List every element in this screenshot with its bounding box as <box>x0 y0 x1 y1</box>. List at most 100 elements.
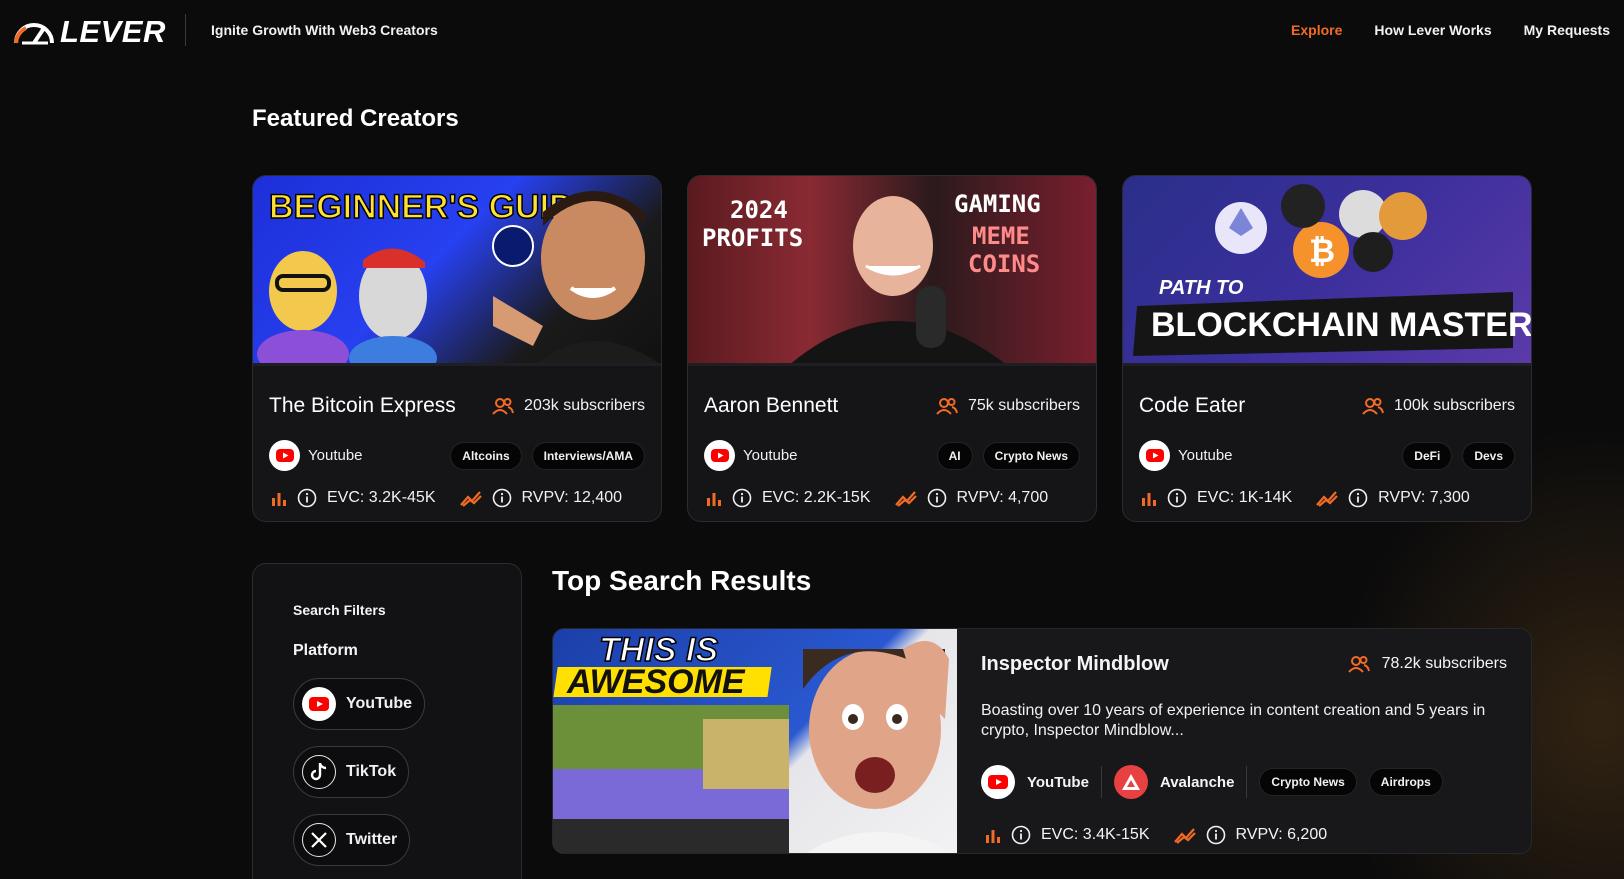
thumbnail-art: 2024 PROFITS GAMING MEME COINS <box>702 190 1041 363</box>
svg-text:2024: 2024 <box>730 196 788 224</box>
platform-name: YouTube <box>1027 773 1089 791</box>
category-tag[interactable]: AI <box>936 441 973 470</box>
youtube-icon <box>981 765 1015 799</box>
users-icon <box>1362 398 1385 415</box>
thumbnail-art: ₿ PATH TO BLOCKCHAIN MASTERY <box>1133 184 1531 356</box>
subscriber-text: 75k subscribers <box>967 397 1080 414</box>
filter-youtube-button[interactable]: YouTube <box>293 678 426 730</box>
metrics-row: EVC: 1K-14K RVPV: 7,300 <box>1141 488 1515 508</box>
trend-icon <box>1173 828 1196 844</box>
category-tag[interactable]: Devs <box>1462 441 1515 470</box>
nav-explore[interactable]: Explore <box>1291 22 1342 38</box>
platform-badge: Youtube <box>1139 440 1233 471</box>
subscriber-text: 100k subscribers <box>1394 397 1515 414</box>
svg-text:₿: ₿ <box>1309 233 1335 269</box>
info-icon[interactable] <box>927 488 947 508</box>
filter-label: TikTok <box>346 763 397 780</box>
subscriber-count: 75k subscribers <box>936 397 1080 415</box>
rvpv-metric: RVPV: 7,300 <box>1316 488 1470 508</box>
bar-chart-icon <box>986 830 1000 843</box>
info-icon[interactable] <box>732 488 752 508</box>
nav-my-requests[interactable]: My Requests <box>1524 22 1610 38</box>
subscriber-text: 203k subscribers <box>524 397 645 414</box>
youtube-icon <box>704 440 735 471</box>
filter-twitter-button[interactable]: Twitter <box>293 814 411 866</box>
creator-name[interactable]: Aaron Bennett <box>704 394 838 418</box>
rvpv-metric: RVPV: 4,700 <box>894 488 1049 508</box>
trend-icon <box>459 491 482 507</box>
evc-value: EVC: 3.2K-45K <box>327 489 436 506</box>
svg-text:COINS: COINS <box>968 250 1040 278</box>
category-tag[interactable]: Airdrops <box>1368 768 1443 796</box>
filter-label: Twitter <box>346 831 398 848</box>
creator-name[interactable]: Inspector Mindblow <box>981 653 1169 676</box>
info-icon[interactable] <box>1206 825 1226 845</box>
creator-card[interactable]: BEGINNER'S GUIDE The Bitcoin Express 203… <box>252 175 662 522</box>
subscriber-count: 78.2k subscribers <box>1347 655 1507 673</box>
subscriber-count: 203k subscribers <box>492 397 645 415</box>
category-tag[interactable]: Crypto News <box>982 441 1080 470</box>
thumbnail-art: THIS IS AWESOME <box>553 630 954 853</box>
platform-filter-heading: Platform <box>293 642 358 659</box>
search-filters-title: Search Filters <box>293 602 386 618</box>
divider <box>1100 766 1102 798</box>
creator-card[interactable]: ₿ PATH TO BLOCKCHAIN MASTERY Code Eater … <box>1122 175 1532 522</box>
metrics-row: EVC: 2.2K-15K RVPV: 4,700 <box>706 488 1080 508</box>
result-badges: YouTube Avalanche Crypto News Airdrops <box>981 765 1443 799</box>
category-tag[interactable]: DeFi <box>1402 441 1453 470</box>
bar-chart-icon <box>272 493 286 506</box>
creator-card[interactable]: 2024 PROFITS GAMING MEME COINS Aaron Ben… <box>687 175 1097 522</box>
evc-value: EVC: 3.4K-15K <box>1041 826 1150 843</box>
creator-thumbnail: BEGINNER'S GUIDE <box>253 176 661 366</box>
evc-value: EVC: 1K-14K <box>1197 489 1293 506</box>
thumbnail-art: BEGINNER'S GUIDE <box>257 187 659 363</box>
trend-icon <box>1316 491 1338 507</box>
metrics-row: EVC: 3.2K-45K RVPV: 12,400 <box>271 488 645 508</box>
creator-name[interactable]: Code Eater <box>1139 394 1245 418</box>
x-twitter-icon <box>302 823 336 857</box>
evc-metric: EVC: 3.2K-45K <box>271 488 436 508</box>
info-icon[interactable] <box>1167 488 1187 508</box>
evc-value: EVC: 2.2K-15K <box>762 489 871 506</box>
filter-tiktok-button[interactable]: TikTok <box>293 746 410 798</box>
rvpv-metric: RVPV: 12,400 <box>459 488 622 508</box>
metrics-row: EVC: 3.4K-15K RVPV: 6,200 <box>985 825 1327 845</box>
svg-text:AWESOME: AWESOME <box>566 663 746 701</box>
users-icon <box>1347 656 1370 673</box>
category-tag[interactable]: Crypto News <box>1259 768 1357 796</box>
info-icon[interactable] <box>1011 825 1031 845</box>
category-tag[interactable]: Interviews/AMA <box>531 441 645 470</box>
main-nav: Explore How Lever Works My Requests <box>1291 22 1610 38</box>
filter-label: YouTube <box>346 695 413 712</box>
platform-name: Youtube <box>743 447 798 464</box>
rvpv-value: RVPV: 4,700 <box>956 489 1049 506</box>
platform-name: Youtube <box>308 447 363 464</box>
youtube-icon <box>1139 440 1170 471</box>
youtube-icon <box>302 687 336 721</box>
creator-name[interactable]: The Bitcoin Express <box>269 394 456 418</box>
top-search-results-title: Top Search Results <box>552 565 812 596</box>
svg-text:BLOCKCHAIN MASTERY: BLOCKCHAIN MASTERY <box>1151 306 1531 344</box>
top-header: LEVER Ignite Growth With Web3 Creators E… <box>0 0 1624 62</box>
chain-name: Avalanche <box>1159 773 1235 791</box>
creator-thumbnail: ₿ PATH TO BLOCKCHAIN MASTERY <box>1123 176 1531 366</box>
info-icon[interactable] <box>297 488 317 508</box>
nav-how-lever-works[interactable]: How Lever Works <box>1374 22 1491 38</box>
svg-text:PATH TO: PATH TO <box>1159 277 1244 299</box>
info-icon[interactable] <box>1348 488 1368 508</box>
platform-badge: Youtube <box>704 440 798 471</box>
svg-text:GAMING: GAMING <box>954 190 1041 218</box>
header-divider <box>185 14 186 46</box>
creator-thumbnail: 2024 PROFITS GAMING MEME COINS <box>688 176 1096 366</box>
subscriber-count: 100k subscribers <box>1362 397 1515 415</box>
users-icon <box>492 398 515 415</box>
tiktok-icon <box>302 755 336 789</box>
result-details: Inspector Mindblow 78.2k subscribers Boa… <box>981 629 1507 853</box>
tagline: Ignite Growth With Web3 Creators <box>211 22 438 38</box>
bar-chart-icon <box>707 493 721 506</box>
creator-description: Boasting over 10 years of experience in … <box>981 702 1486 739</box>
category-tag[interactable]: Altcoins <box>450 441 522 470</box>
search-result-card[interactable]: THIS IS AWESOME Inspector Mindblow 78.2k… <box>552 628 1532 854</box>
lever-logo[interactable]: LEVER <box>12 14 166 50</box>
info-icon[interactable] <box>492 488 512 508</box>
